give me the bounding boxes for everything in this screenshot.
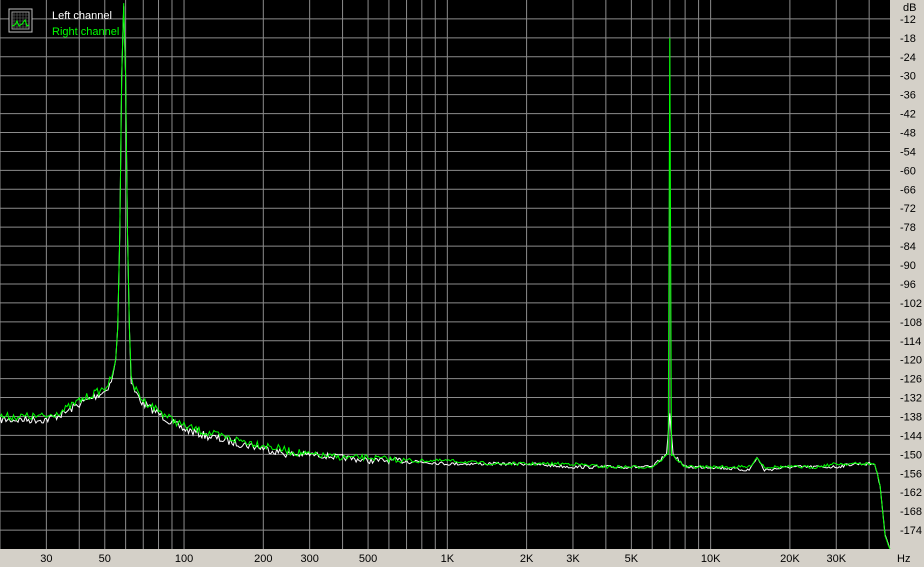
- legend-toggle-icon[interactable]: [8, 8, 33, 33]
- x-tick-label: 10K: [701, 553, 721, 565]
- y-tick-label: -150: [900, 449, 922, 461]
- y-tick-labels: -12 -18 -24 -30 -36 -42 -48 -54 -60 -66 -72 -78 -84 -…: [900, 14, 922, 537]
- y-tick-label: -144: [900, 430, 922, 442]
- y-tick-label: -132: [900, 393, 922, 405]
- x-tick-label: 2K: [520, 553, 534, 565]
- x-tick-label: 30: [40, 553, 52, 565]
- y-tick-label: -84: [900, 241, 916, 253]
- y-tick-label: -156: [900, 468, 922, 480]
- y-tick-label: -24: [900, 52, 916, 64]
- x-tick-labels: 30 50 100 200 300 500 1K 2K 3K 5K 10K 20K 30K: [40, 553, 846, 565]
- x-tick-label: 200: [254, 553, 272, 565]
- y-tick-label: -120: [900, 355, 922, 367]
- y-tick-label: -12: [900, 14, 916, 26]
- x-tick-label: 100: [175, 553, 193, 565]
- x-tick-label: 300: [300, 553, 318, 565]
- y-tick-label: -18: [900, 33, 916, 45]
- plot-background: [0, 0, 890, 549]
- y-tick-label: -90: [900, 260, 916, 272]
- y-tick-label: -114: [900, 336, 921, 348]
- spectrum-chart: 30 50 100 200 300 500 1K 2K 3K 5K 10K 20K 30K -12 -18…: [0, 0, 922, 565]
- x-tick-label: 5K: [625, 553, 639, 565]
- y-tick-label: -162: [900, 487, 922, 499]
- y-tick-label: -108: [900, 317, 922, 329]
- y-tick-label: -48: [900, 128, 916, 140]
- x-tick-label: 50: [99, 553, 111, 565]
- legend-left-channel: Left channel: [52, 10, 112, 22]
- y-tick-label: -72: [900, 203, 916, 215]
- x-tick-label: 20K: [780, 553, 800, 565]
- y-tick-label: -126: [900, 374, 922, 386]
- y-tick-label: -42: [900, 109, 916, 121]
- y-tick-label: -174: [900, 525, 922, 537]
- y-tick-label: -78: [900, 222, 916, 234]
- y-tick-label: -36: [900, 90, 916, 102]
- x-unit-label: Hz: [897, 553, 910, 565]
- y-tick-label: -138: [900, 411, 922, 423]
- x-tick-label: 500: [359, 553, 377, 565]
- y-tick-label: -96: [900, 279, 916, 291]
- legend-right-channel: Right channel: [52, 26, 119, 38]
- x-tick-label: 3K: [566, 553, 580, 565]
- x-tick-label: 1K: [441, 553, 455, 565]
- y-tick-label: -168: [900, 506, 922, 518]
- y-tick-label: -54: [900, 146, 916, 158]
- y-unit-label: dB: [903, 2, 916, 14]
- x-tick-label: 30K: [826, 553, 846, 565]
- y-tick-label: -60: [900, 165, 916, 177]
- y-tick-label: -30: [900, 71, 916, 83]
- y-tick-label: -66: [900, 184, 916, 196]
- y-tick-label: -102: [900, 298, 922, 310]
